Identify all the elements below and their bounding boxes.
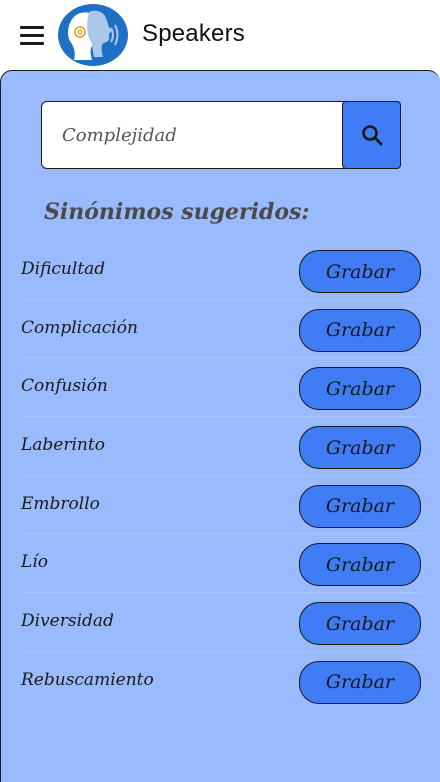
list-item: Dificultad Grabar [1,241,440,300]
search-button[interactable] [342,101,401,169]
search-icon [361,125,382,146]
list-item: Rebuscamiento Grabar [1,652,440,711]
search-input[interactable] [41,101,345,169]
synonym-list: Dificultad Grabar Complicación Grabar Co… [1,241,440,711]
list-item: Complicación Grabar [1,300,440,359]
speaking-head-logo [58,4,128,66]
record-button[interactable]: Grabar [299,660,421,704]
main-panel: Sinónimos sugeridos: Dificultad Grabar C… [0,70,440,782]
list-item: Laberinto Grabar [1,417,440,476]
record-button[interactable]: Grabar [299,308,421,352]
synonym-word: Diversidad [21,611,114,632]
record-button[interactable]: Grabar [299,543,421,587]
list-item: Lío Grabar [1,534,440,594]
synonym-word: Dificultad [21,259,106,279]
record-button[interactable]: Grabar [299,250,421,293]
synonym-word: Laberinto [21,435,105,456]
app-title: Speakers [142,20,245,47]
synonym-word: Rebuscamiento [21,669,154,690]
synonym-word: Complicación [21,317,138,338]
hamburger-menu-icon[interactable] [20,22,48,48]
synonym-word: Lío [21,552,48,573]
record-button[interactable]: Grabar [299,367,421,411]
suggestions-heading: Sinónimos sugeridos: [44,199,310,225]
synonym-word: Embrollo [21,493,100,514]
record-button[interactable]: Grabar [299,426,421,470]
record-button[interactable]: Grabar [299,484,421,528]
list-item: Confusión Grabar [1,358,440,418]
list-item: Diversidad Grabar [1,593,440,652]
record-button[interactable]: Grabar [299,602,421,646]
synonym-word: Confusión [21,376,108,397]
list-item: Embrollo Grabar [1,476,440,535]
app-bar: Speakers [0,0,440,70]
